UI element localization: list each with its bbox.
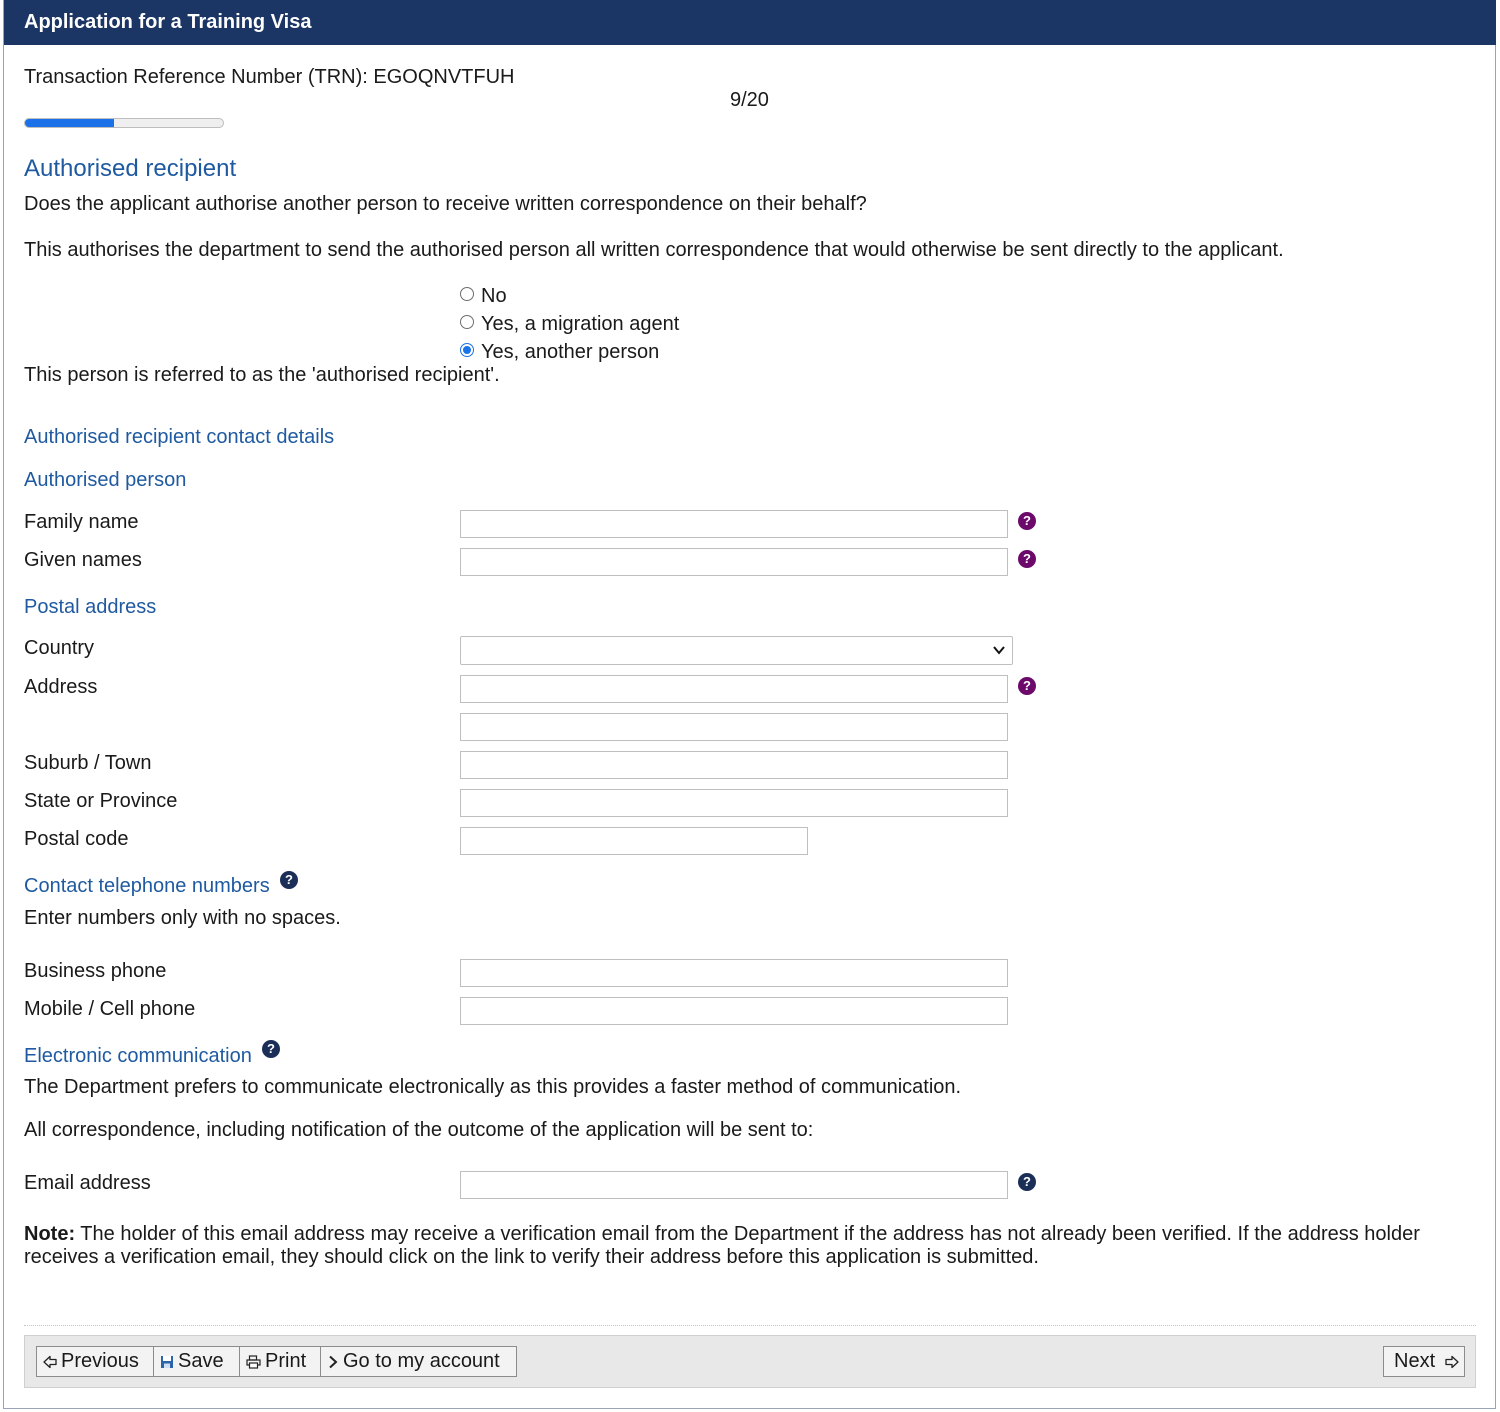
email-note: Note: The holder of this email address m… bbox=[24, 1222, 1420, 1246]
go-to-account-label: Go to my account bbox=[343, 1350, 500, 1373]
business-phone-label: Business phone bbox=[24, 960, 167, 982]
print-button[interactable]: Print bbox=[239, 1346, 321, 1377]
next-button[interactable]: Next bbox=[1383, 1346, 1465, 1377]
trn-label: Transaction Reference Number (TRN): EGOQ… bbox=[24, 66, 515, 88]
electronic-help-icon[interactable]: ? bbox=[262, 1040, 280, 1058]
electronic-heading: Electronic communication bbox=[24, 1045, 252, 1067]
print-icon bbox=[246, 1355, 261, 1369]
country-select[interactable] bbox=[460, 636, 1013, 665]
progress-count: 9/20 bbox=[730, 89, 769, 111]
telephone-heading: Contact telephone numbers bbox=[24, 875, 270, 897]
given-names-field[interactable] bbox=[460, 548, 1008, 576]
email-field[interactable] bbox=[460, 1171, 1008, 1199]
email-label: Email address bbox=[24, 1172, 151, 1194]
state-field[interactable] bbox=[460, 789, 1008, 817]
authorised-recipient-note: This person is referred to as the 'autho… bbox=[24, 364, 500, 386]
footer-divider bbox=[24, 1325, 1476, 1326]
postal-address-heading: Postal address bbox=[24, 596, 157, 618]
family-name-label: Family name bbox=[24, 511, 139, 533]
previous-button[interactable]: Previous bbox=[36, 1346, 154, 1377]
arrow-right-icon bbox=[1445, 1355, 1459, 1368]
address-line2-field[interactable] bbox=[460, 713, 1008, 741]
authorise-explanation: This authorises the department to send t… bbox=[24, 239, 1284, 261]
authorised-person-heading: Authorised person bbox=[24, 469, 187, 491]
print-label: Print bbox=[265, 1350, 307, 1373]
country-label: Country bbox=[24, 637, 95, 659]
radio-migration-agent-label[interactable]: Yes, a migration agent bbox=[481, 312, 679, 336]
footer-toolbar: Previous Save Print Go to my account Nex… bbox=[24, 1335, 1476, 1388]
address-help-icon[interactable]: ? bbox=[1018, 677, 1036, 695]
business-phone-field[interactable] bbox=[460, 959, 1008, 987]
authorise-question: Does the applicant authorise another per… bbox=[24, 193, 867, 215]
correspondence-text: All correspondence, including notificati… bbox=[24, 1119, 814, 1141]
section-title: Authorised recipient bbox=[24, 155, 237, 182]
note-bold: Note: bbox=[24, 1223, 76, 1245]
save-label: Save bbox=[178, 1350, 224, 1373]
electronic-prefers-text: The Department prefers to communicate el… bbox=[24, 1076, 962, 1098]
radio-another-person-label[interactable]: Yes, another person bbox=[481, 340, 659, 364]
given-names-label: Given names bbox=[24, 549, 142, 571]
address-line1-field[interactable] bbox=[460, 675, 1008, 703]
mobile-phone-label: Mobile / Cell phone bbox=[24, 998, 196, 1020]
radio-another-person[interactable] bbox=[460, 343, 474, 357]
note-line1: The holder of this email address may rec… bbox=[75, 1223, 1420, 1245]
contact-details-heading: Authorised recipient contact details bbox=[24, 426, 335, 448]
email-help-icon[interactable]: ? bbox=[1018, 1173, 1036, 1191]
radio-no[interactable] bbox=[460, 287, 474, 301]
given-names-help-icon[interactable]: ? bbox=[1018, 550, 1036, 568]
go-to-account-button[interactable]: Go to my account bbox=[320, 1346, 517, 1377]
suburb-label: Suburb / Town bbox=[24, 752, 152, 774]
postal-code-label: Postal code bbox=[24, 828, 129, 850]
progress-fill bbox=[25, 119, 115, 127]
address-label: Address bbox=[24, 676, 98, 698]
save-icon bbox=[161, 1355, 173, 1368]
radio-migration-agent[interactable] bbox=[460, 315, 474, 329]
note-line2: receives a verification email, they shou… bbox=[24, 1246, 1039, 1268]
progress-bar bbox=[24, 118, 224, 128]
chevron-right-icon bbox=[329, 1355, 338, 1368]
mobile-phone-field[interactable] bbox=[460, 997, 1008, 1025]
telephone-hint: Enter numbers only with no spaces. bbox=[24, 907, 341, 929]
next-label: Next bbox=[1394, 1350, 1436, 1373]
chevron-down-icon bbox=[993, 646, 1005, 655]
family-name-field[interactable] bbox=[460, 510, 1008, 538]
suburb-field[interactable] bbox=[460, 751, 1008, 779]
telephone-help-icon[interactable]: ? bbox=[280, 871, 298, 889]
postal-code-field[interactable] bbox=[460, 827, 808, 855]
page-header: Application for a Training Visa bbox=[4, 0, 1496, 45]
save-button[interactable]: Save bbox=[153, 1346, 240, 1377]
state-label: State or Province bbox=[24, 790, 178, 812]
arrow-left-icon bbox=[43, 1355, 57, 1368]
family-name-help-icon[interactable]: ? bbox=[1018, 512, 1036, 530]
radio-no-label[interactable]: No bbox=[481, 284, 507, 308]
previous-label: Previous bbox=[61, 1350, 139, 1373]
